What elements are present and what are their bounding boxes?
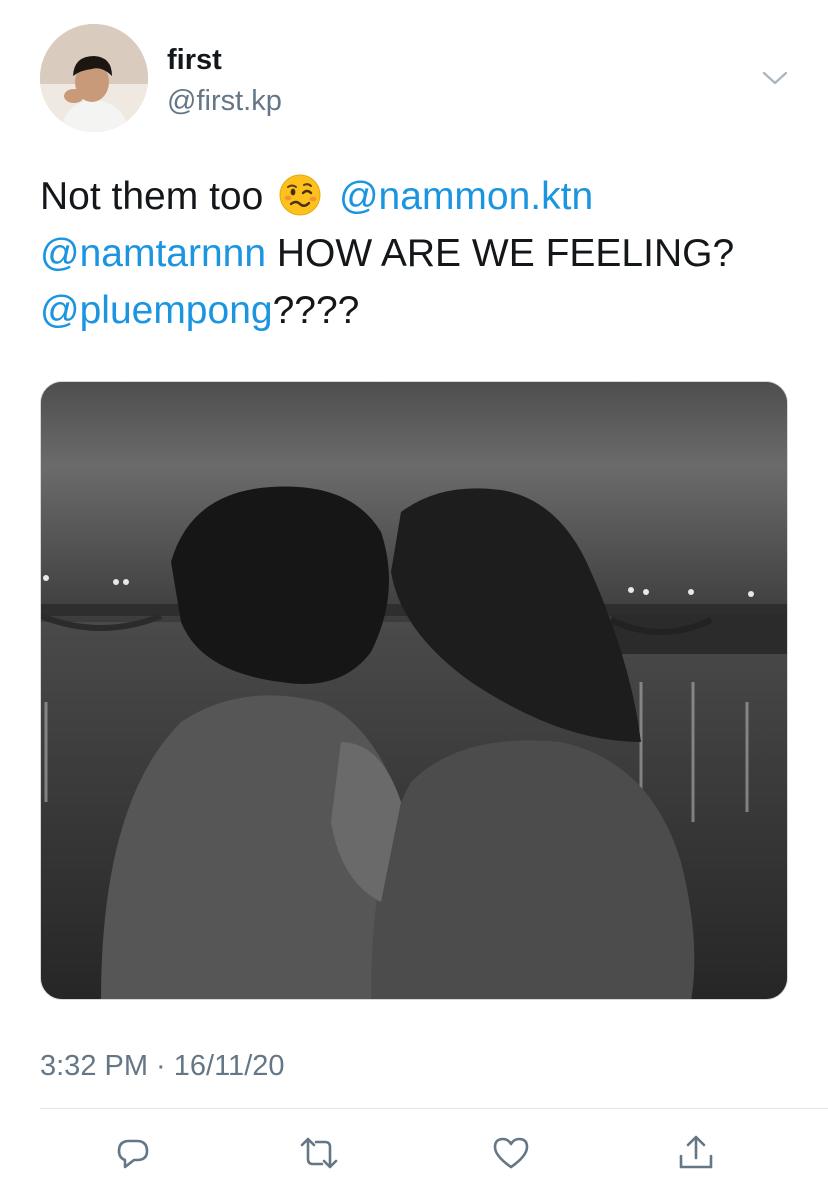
- retweet-button[interactable]: [294, 1128, 344, 1178]
- tweet-photo[interactable]: [40, 381, 788, 1000]
- tweet-text-segment: Not them too: [40, 175, 264, 218]
- avatar-image: [40, 24, 148, 132]
- tweet-line-2: @namtarnnn HOW ARE WE FEELING?: [40, 225, 800, 282]
- share-icon: [679, 1135, 713, 1169]
- chevron-down-icon[interactable]: [758, 64, 792, 92]
- woozy-face-emoji-icon: [278, 173, 322, 217]
- tweet-text: Not them too @nammon.ktn @namtarnnn HOW …: [40, 168, 800, 339]
- avatar[interactable]: [40, 24, 148, 132]
- retweet-icon: [300, 1137, 338, 1169]
- mention-link[interactable]: @pluempong: [40, 289, 273, 332]
- reply-button[interactable]: [108, 1128, 158, 1178]
- user-handle[interactable]: @first.kp: [167, 85, 282, 117]
- mention-link[interactable]: @nammon.ktn: [339, 175, 593, 218]
- divider: [40, 1108, 828, 1109]
- tweet-actions: [0, 1128, 828, 1178]
- heart-icon: [493, 1137, 529, 1169]
- mention-link[interactable]: @namtarnnn: [40, 232, 266, 275]
- photo-image: [41, 382, 787, 999]
- tweet-text-segment: ????: [272, 289, 360, 332]
- display-name[interactable]: first: [167, 44, 222, 76]
- like-button[interactable]: [486, 1128, 536, 1178]
- tweet-text-segment: HOW ARE WE FEELING?: [276, 232, 735, 275]
- reply-icon: [117, 1139, 149, 1169]
- tweet-timestamp[interactable]: 3:32 PM · 16/11/20: [40, 1048, 285, 1084]
- tweet-line-1: Not them too @nammon.ktn: [40, 168, 800, 225]
- tweet-line-3: @pluempong????: [40, 282, 800, 339]
- share-button[interactable]: [671, 1128, 721, 1178]
- tweet-card: first @first.kp Not them too @nammon.ktn…: [0, 0, 828, 1200]
